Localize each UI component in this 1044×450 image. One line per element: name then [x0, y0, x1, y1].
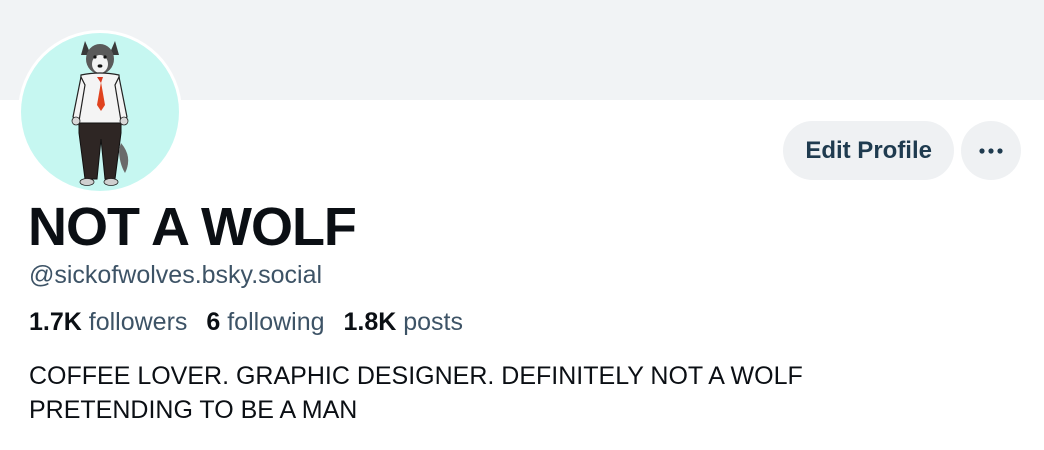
profile-actions: Edit Profile [783, 121, 1021, 180]
profile-handle: @sickofwolves.bsky.social [29, 261, 323, 289]
more-options-button[interactable] [961, 121, 1021, 180]
bio-line: COFFEE LOVER. GRAPHIC DESIGNER. DEFINITE… [29, 362, 803, 390]
posts-stat: 1.8K posts [343, 308, 463, 336]
following-label: following [227, 308, 325, 336]
bio-line: PRETENDING TO BE A MAN [29, 396, 358, 424]
following-link[interactable]: 6 following [206, 308, 324, 336]
posts-label: posts [403, 308, 463, 336]
profile-bio: COFFEE LOVER. GRAPHIC DESIGNER. DEFINITE… [29, 359, 989, 427]
profile-stats: 1.7K followers 6 following 1.8K posts [29, 305, 475, 339]
followers-label: followers [88, 308, 188, 336]
followers-count: 1.7K [29, 308, 82, 336]
wolf-avatar-icon [21, 33, 179, 191]
followers-link[interactable]: 1.7K followers [29, 308, 187, 336]
avatar[interactable] [18, 30, 182, 194]
posts-count: 1.8K [343, 308, 397, 336]
ellipsis-icon [979, 147, 1003, 154]
edit-profile-button[interactable]: Edit Profile [783, 121, 954, 180]
display-name: NOT A WOLF [28, 197, 357, 257]
following-count: 6 [206, 308, 221, 336]
